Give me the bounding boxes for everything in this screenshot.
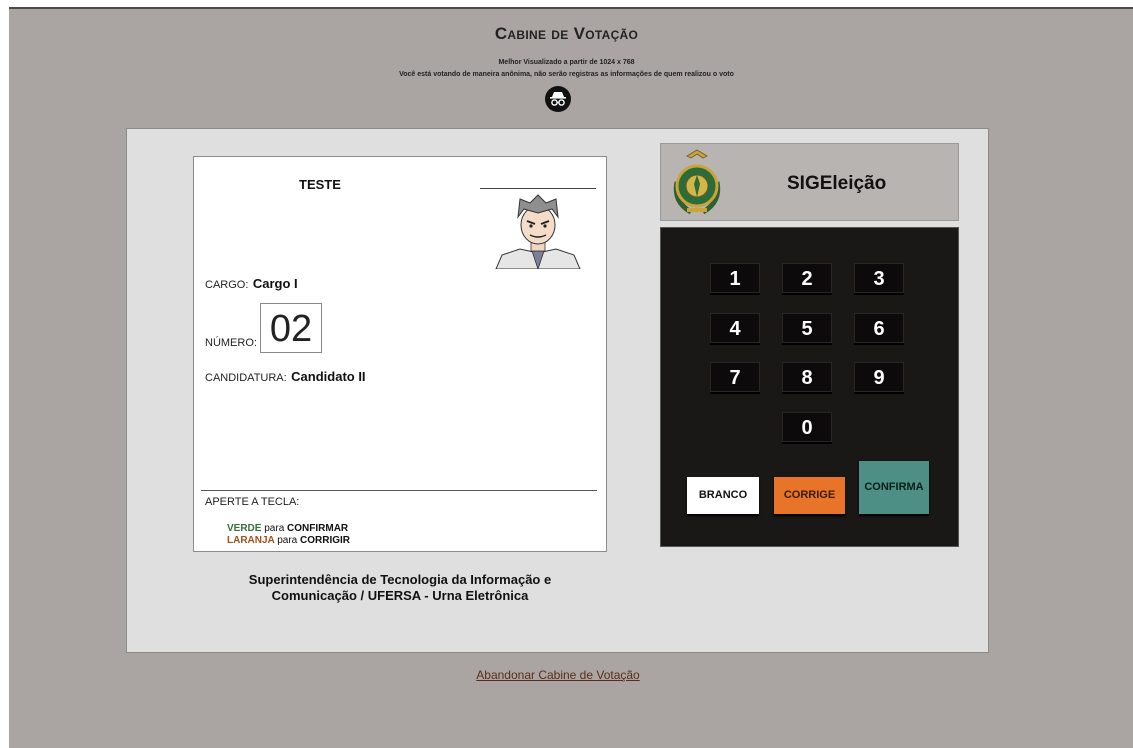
sigeleicao-brand: SIGEleição (787, 173, 887, 194)
resolution-note: Melhor Visualizado a partir de 1024 x 76… (498, 59, 635, 66)
instruction-correct: LARANJA para CORRIGIR (227, 535, 350, 546)
corrige-button[interactable]: CORRIGE (774, 477, 845, 514)
candidatura-value: Candidato II (291, 369, 366, 384)
instruction-laranja-para: para (277, 535, 298, 546)
instruction-verde-para: para (264, 523, 285, 534)
key-7[interactable]: 7 (710, 362, 760, 392)
anonymity-note: Você está votando de maneira anônima, nã… (399, 71, 734, 78)
organization-caption: Superintendência de Tecnologia da Inform… (193, 572, 607, 604)
instruction-verde-word: VERDE (227, 523, 262, 534)
aperte-label: APERTE A TECLA: (205, 496, 300, 508)
confirma-button[interactable]: CONFIRMA (859, 461, 929, 514)
instruction-confirm: VERDE para CONFIRMAR (227, 523, 348, 534)
key-5[interactable]: 5 (782, 313, 832, 343)
abandon-booth-link[interactable]: Abandonar Cabine de Votação (0, 668, 1116, 682)
cargo-label: CARGO: (205, 279, 249, 291)
incognito-icon (545, 86, 571, 112)
key-9[interactable]: 9 (854, 362, 904, 392)
cargo-row: CARGO: Cargo I (205, 275, 298, 293)
candidatura-label: CANDIDATURA: (205, 372, 287, 384)
candidate-number-display: 02 (259, 303, 322, 353)
candidate-photo (495, 194, 581, 269)
page-title: Cabine de Votação (494, 24, 639, 43)
branco-button[interactable]: BRANCO (687, 477, 759, 514)
cargo-value: Cargo I (252, 276, 298, 291)
key-8[interactable]: 8 (782, 362, 832, 392)
organization-line-1: Superintendência de Tecnologia da Inform… (248, 572, 552, 587)
key-3[interactable]: 3 (854, 263, 904, 293)
photo-divider (480, 188, 596, 189)
numero-label: NÚMERO: (205, 337, 257, 349)
republic-emblem-icon (673, 149, 721, 215)
candidatura-row: CANDIDATURA: Candidato II (205, 368, 366, 386)
key-6[interactable]: 6 (854, 313, 904, 343)
election-title: TESTE (299, 177, 341, 192)
organization-line-2: Comunicação / UFERSA - Urna Eletrônica (271, 588, 529, 603)
instructions-divider (201, 490, 597, 491)
key-2[interactable]: 2 (782, 263, 832, 293)
key-1[interactable]: 1 (710, 263, 760, 293)
instruction-laranja-word: LARANJA (227, 535, 275, 546)
key-4[interactable]: 4 (710, 313, 760, 343)
numero-row: NÚMERO: 02 (205, 303, 322, 353)
instruction-verde-action: CONFIRMAR (287, 523, 349, 534)
instruction-laranja-action: CORRIGIR (300, 535, 350, 546)
key-0[interactable]: 0 (782, 412, 832, 442)
urn-header: SIGEleição (660, 143, 959, 221)
ballot-screen: TESTE CARGO: Cargo I NÚMERO: 02 CANDIDAT… (193, 156, 607, 552)
urn-keypad: 1 2 3 4 5 6 7 8 9 0 BRANCO CORRIGE CONFI… (660, 227, 959, 547)
